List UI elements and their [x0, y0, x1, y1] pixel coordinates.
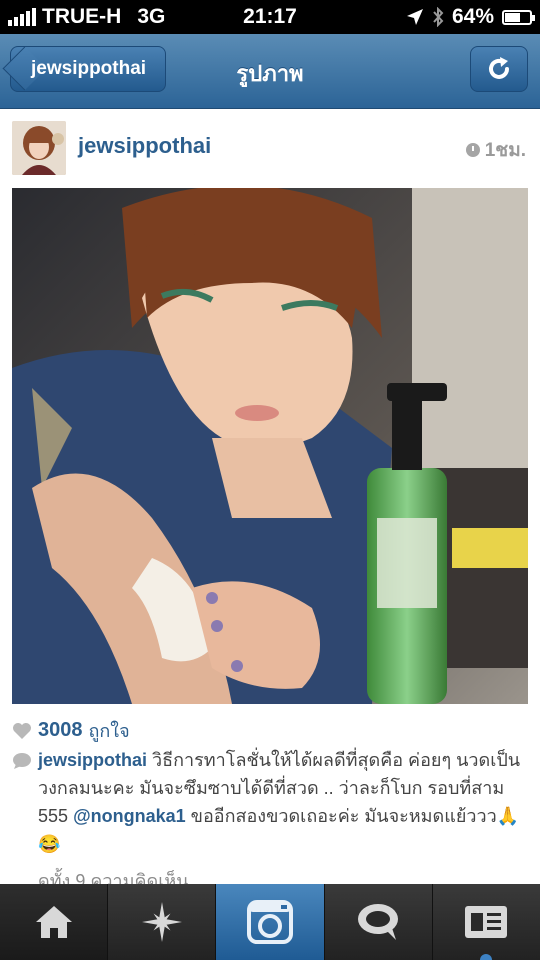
heart-icon — [13, 722, 31, 739]
profile-card-icon — [465, 906, 508, 938]
clock-icon — [465, 143, 480, 157]
tab-camera[interactable] — [216, 884, 325, 960]
post-time-label: 1ชม. — [484, 140, 526, 161]
post-header: jewsippothai 1ชม. — [0, 109, 540, 187]
refresh-icon — [489, 57, 509, 79]
status-bar: TRUE-H 3G 21:17 64% — [0, 0, 540, 34]
tab-profile[interactable] — [432, 884, 540, 960]
post-username[interactable]: jewsippothai — [78, 133, 211, 159]
page-title: รูปภาพ — [236, 61, 304, 86]
bluetooth-icon — [433, 7, 444, 27]
caption-username[interactable]: jewsippothai — [38, 750, 147, 770]
star-icon — [141, 902, 182, 942]
comment-bubble-icon — [13, 753, 31, 769]
home-icon — [35, 906, 72, 938]
caption: jewsippothai วิธีการทาโลชั่นให้ได้ผลดีที… — [12, 746, 528, 858]
refresh-button[interactable] — [470, 46, 528, 92]
tab-bar — [0, 884, 540, 960]
likes-word: ถูกใจ — [88, 721, 130, 741]
battery-icon — [502, 9, 535, 25]
location-arrow-icon — [406, 9, 423, 25]
battery-percent: 64% — [451, 5, 494, 28]
camera-icon — [247, 900, 293, 944]
tab-news[interactable] — [324, 884, 433, 960]
post-time: 1ชม. — [465, 135, 526, 165]
likes-count: 3008 — [38, 719, 83, 741]
tab-explore[interactable] — [108, 884, 217, 960]
caption-mention[interactable]: @nongnaka1 — [73, 806, 186, 826]
likes-row[interactable]: 3008 ถูกใจ — [12, 716, 130, 745]
speech-bubble-icon — [358, 904, 399, 940]
avatar[interactable] — [12, 121, 66, 175]
tab-indicator-dot — [480, 954, 493, 960]
navigation-bar: jewsippothai รูปภาพ — [0, 34, 540, 109]
post-photo[interactable] — [12, 188, 528, 704]
tab-home[interactable] — [0, 884, 109, 960]
